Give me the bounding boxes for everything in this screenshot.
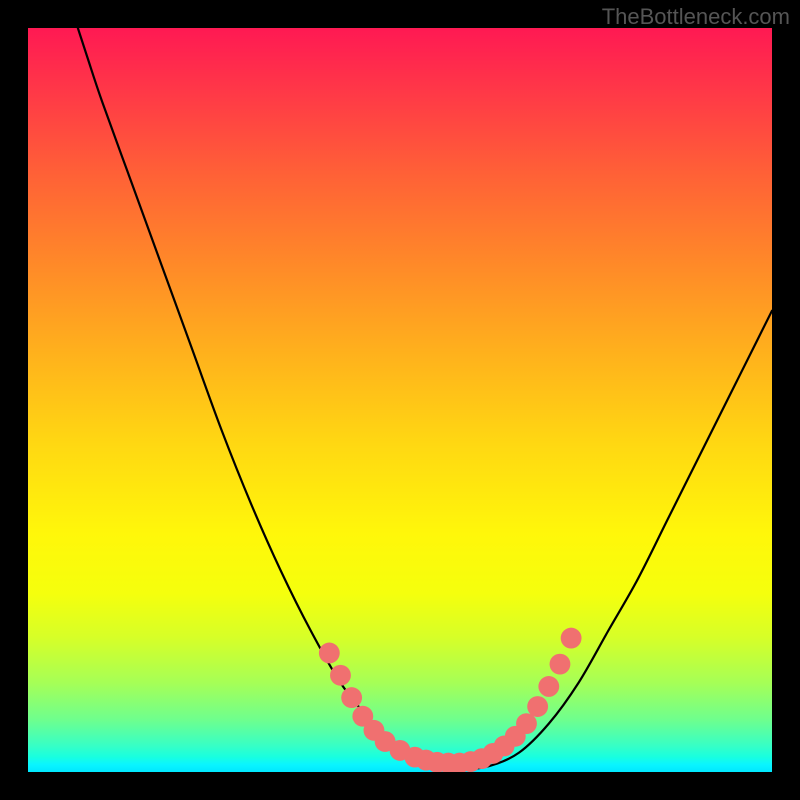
watermark-text: TheBottleneck.com [602, 4, 790, 30]
dot-marker [538, 676, 559, 697]
chart-container [28, 28, 772, 772]
dot-marker [319, 643, 340, 664]
dot-marker [516, 713, 537, 734]
dot-marker [330, 665, 351, 686]
dot-marker [341, 687, 362, 708]
dot-marker [550, 654, 571, 675]
dot-marker [527, 696, 548, 717]
dot-marker [561, 628, 582, 649]
sample-dots [28, 28, 772, 772]
